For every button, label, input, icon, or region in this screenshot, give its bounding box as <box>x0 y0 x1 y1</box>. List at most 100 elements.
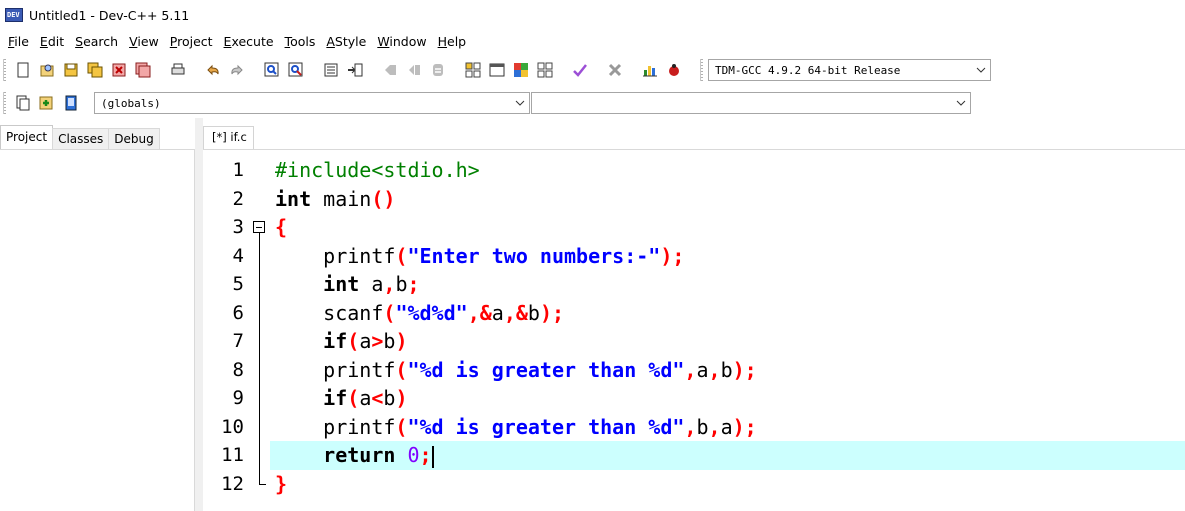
keyword: return <box>323 443 396 467</box>
menu-search[interactable]: Search <box>70 34 124 49</box>
identifier: b <box>720 357 733 382</box>
tab-project[interactable]: Project <box>0 125 54 150</box>
main-toolbar: TDM-GCC 4.9.2 64-bit Release <box>0 55 1185 85</box>
string-literal: "%d is greater than %d" <box>407 357 685 382</box>
menu-tools[interactable]: Tools <box>280 34 322 49</box>
line-number: 9 <box>232 387 244 409</box>
scope-select[interactable]: (globals) <box>94 92 530 114</box>
add-to-project-icon[interactable] <box>36 92 58 114</box>
next-bookmark-icon[interactable] <box>403 59 425 81</box>
redo-icon[interactable] <box>226 59 248 81</box>
symbol: ) <box>395 386 408 410</box>
symbol: , <box>684 357 697 382</box>
code-line-7: if(a>b) <box>275 327 407 356</box>
toggle-bookmark-icon[interactable] <box>427 59 449 81</box>
symbol: ); <box>660 243 685 268</box>
stop-execution-icon[interactable] <box>604 59 626 81</box>
toolbar-grip[interactable] <box>3 92 7 114</box>
toolbar-separator <box>88 92 89 114</box>
preprocessor-directive: #include<stdio.h> <box>275 158 480 182</box>
editor-divider <box>203 149 1185 150</box>
toolbar-grip[interactable] <box>700 59 704 81</box>
toolbar-separator <box>195 59 196 81</box>
menu-window[interactable]: Window <box>372 34 432 49</box>
fold-end-marker <box>259 484 266 485</box>
tab-classes[interactable]: Classes <box>52 128 110 150</box>
indent-icon[interactable] <box>320 59 342 81</box>
symbol: ( <box>395 414 408 439</box>
menu-astyle[interactable]: AStyle <box>321 34 372 49</box>
run-icon[interactable] <box>486 59 508 81</box>
undo-icon[interactable] <box>202 59 224 81</box>
close-all-icon[interactable] <box>132 59 154 81</box>
chevron-down-icon[interactable] <box>511 93 529 113</box>
menu-view-label: iew <box>137 33 159 49</box>
identifier: main <box>311 186 372 211</box>
menu-bar: File Edit Search View Project Execute To… <box>0 31 1185 51</box>
menu-file[interactable]: File <box>3 34 35 49</box>
compiler-select[interactable]: TDM-GCC 4.9.2 64-bit Release <box>708 59 991 81</box>
code-line-1: #include<stdio.h> <box>275 156 480 185</box>
remove-from-project-icon[interactable] <box>60 92 82 114</box>
replace-icon[interactable] <box>285 59 307 81</box>
new-project-icon[interactable] <box>12 92 34 114</box>
keyword: int <box>323 272 360 296</box>
code-line-12: } <box>275 470 287 499</box>
find-icon[interactable] <box>261 59 283 81</box>
tab-if-c[interactable]: [*] if.c <box>203 126 254 150</box>
goto-line-icon[interactable] <box>344 59 366 81</box>
menu-project[interactable]: Project <box>165 34 219 49</box>
scope-select-value: (globals) <box>101 96 161 110</box>
identifier: printf <box>323 414 396 439</box>
project-browser[interactable] <box>0 149 195 511</box>
line-number: 4 <box>232 244 244 267</box>
chevron-down-icon[interactable] <box>952 93 970 113</box>
symbol: ); <box>732 414 757 439</box>
syntax-check-icon[interactable] <box>569 59 591 81</box>
left-panel-tabs: Project Classes Debug <box>0 125 160 150</box>
toolbar-grip[interactable] <box>3 59 7 81</box>
keyword: if <box>323 386 348 410</box>
print-icon[interactable] <box>167 59 189 81</box>
close-file-icon[interactable] <box>108 59 130 81</box>
panel-splitter[interactable] <box>195 118 203 511</box>
string-literal: "%d%d" <box>395 300 468 325</box>
menu-search-label: earch <box>83 33 119 49</box>
toolbar-separator <box>254 59 255 81</box>
menu-view[interactable]: View <box>124 34 165 49</box>
keyword: int <box>275 186 312 211</box>
code-editor[interactable]: 1 2 3 4 5 6 7 8 9 10 11 12 #include<stdi… <box>210 156 1185 511</box>
menu-execute[interactable]: Execute <box>219 34 280 49</box>
code-line-2: int main() <box>275 185 395 214</box>
members-select[interactable] <box>531 92 971 114</box>
menu-edit[interactable]: Edit <box>35 34 70 49</box>
open-file-icon[interactable] <box>36 59 58 81</box>
menu-edit-label: dit <box>47 33 65 49</box>
fold-toggle-icon[interactable] <box>253 221 265 233</box>
rebuild-all-icon[interactable] <box>534 59 556 81</box>
chevron-down-icon[interactable] <box>972 60 990 80</box>
symbol: , <box>708 357 721 382</box>
prev-bookmark-icon[interactable] <box>379 59 401 81</box>
profile-icon[interactable] <box>639 59 661 81</box>
new-file-icon[interactable] <box>12 59 34 81</box>
line-number: 11 <box>221 444 244 466</box>
menu-window-mnemonic: W <box>377 33 390 49</box>
symbol: ; <box>419 443 432 467</box>
identifier: b <box>696 414 709 439</box>
symbol: ; <box>407 272 420 296</box>
menu-help[interactable]: Help <box>433 34 473 49</box>
save-all-icon[interactable] <box>84 59 106 81</box>
keyword: if <box>323 329 348 353</box>
compile-run-icon[interactable] <box>510 59 532 81</box>
save-icon[interactable] <box>60 59 82 81</box>
debug-icon[interactable] <box>663 59 685 81</box>
tab-debug[interactable]: Debug <box>108 128 160 150</box>
menu-file-label: ile <box>14 33 29 49</box>
compile-icon[interactable] <box>462 59 484 81</box>
symbol: { <box>275 215 288 239</box>
